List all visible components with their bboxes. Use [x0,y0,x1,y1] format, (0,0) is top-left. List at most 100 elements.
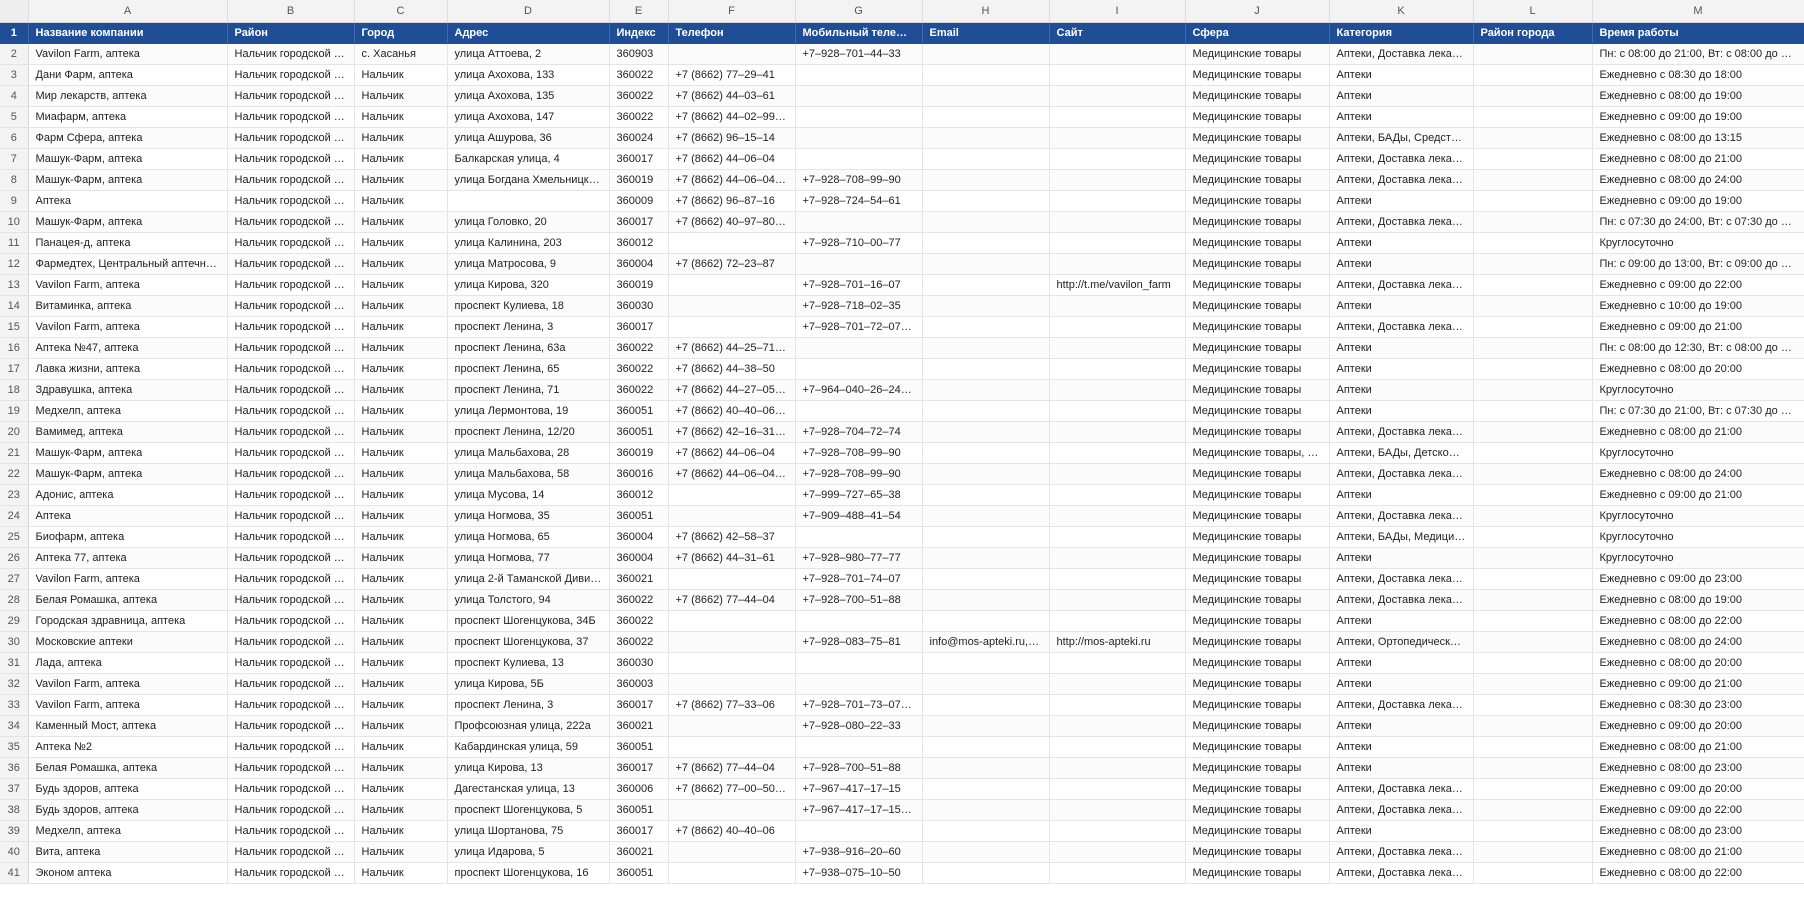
cell-email[interactable] [922,190,1050,212]
column-header-h[interactable]: H [922,0,1050,23]
cell-city-district[interactable] [1473,757,1593,779]
cell-address[interactable]: улица Калинина, 203 [447,232,610,254]
cell-address[interactable]: проспект Ленина, 65 [447,358,610,380]
cell-email[interactable] [922,64,1050,86]
cell-working-hours[interactable]: Ежедневно с 08:00 до 20:00 [1592,358,1804,380]
cell-phone[interactable] [668,631,796,653]
cell-postcode[interactable]: 360019 [609,169,669,191]
cell-category[interactable]: Аптеки [1329,358,1474,380]
cell-city[interactable]: Нальчик [354,169,448,191]
cell-postcode[interactable]: 360017 [609,820,669,842]
row-number[interactable]: 4 [0,85,29,107]
cell-sphere[interactable]: Медицинские товары [1185,190,1330,212]
cell-district[interactable]: Нальчик городской ок... [227,778,355,800]
cell-district[interactable]: Нальчик городской ок... [227,715,355,737]
cell-company-name[interactable]: Vavilon Farm, аптека [28,43,228,65]
cell-city[interactable]: Нальчик [354,610,448,632]
row-number[interactable]: 9 [0,190,29,212]
cell-website[interactable] [1049,841,1186,863]
cell-address[interactable]: улица Аттоева, 2 [447,43,610,65]
cell-website[interactable] [1049,253,1186,275]
cell-phone[interactable] [668,610,796,632]
cell-mobile[interactable] [795,673,923,695]
cell-phone[interactable]: +7 (8662) 77‒29‒41 [668,64,796,86]
cell-email[interactable] [922,358,1050,380]
cell-working-hours[interactable]: Ежедневно с 08:00 до 21:00 [1592,841,1804,863]
cell-company-name[interactable]: Адонис, аптека [28,484,228,506]
cell-district[interactable]: Нальчик городской ок... [227,127,355,149]
cell-working-hours[interactable]: Ежедневно с 09:00 до 22:00 [1592,274,1804,296]
cell-postcode[interactable]: 360003 [609,673,669,695]
cell-city[interactable]: Нальчик [354,673,448,695]
cell-phone[interactable]: +7 (8662) 44‒02‒99, +7... [668,106,796,128]
cell-address[interactable]: улица Кирова, 5Б [447,673,610,695]
header-cell-phone[interactable]: Телефон [668,22,796,44]
cell-company-name[interactable]: Будь здоров, аптека [28,799,228,821]
cell-email[interactable] [922,862,1050,884]
cell-postcode[interactable]: 360022 [609,85,669,107]
cell-mobile[interactable]: +7‒967‒417‒17‒15, +7... [795,799,923,821]
cell-district[interactable]: Нальчик городской ок... [227,610,355,632]
cell-postcode[interactable]: 360022 [609,379,669,401]
cell-working-hours[interactable]: Пн: с 09:00 до 13:00, Вт: с 09:00 до 13:… [1592,253,1804,275]
cell-company-name[interactable]: Фармедтех, Центральный аптечный п... [28,253,228,275]
cell-website[interactable] [1049,43,1186,65]
cell-sphere[interactable]: Медицинские товары [1185,862,1330,884]
cell-phone[interactable] [668,316,796,338]
cell-district[interactable]: Нальчик городской ок... [227,211,355,233]
column-header-d[interactable]: D [447,0,610,23]
cell-company-name[interactable]: Биофарм, аптека [28,526,228,548]
cell-city-district[interactable] [1473,127,1593,149]
cell-phone[interactable] [668,799,796,821]
row-number[interactable]: 34 [0,715,29,737]
cell-category[interactable]: Аптеки, Доставка лекарств [1329,463,1474,485]
cell-city[interactable]: Нальчик [354,211,448,233]
cell-website[interactable] [1049,862,1186,884]
cell-district[interactable]: Нальчик городской ок... [227,274,355,296]
cell-mobile[interactable] [795,736,923,758]
cell-email[interactable] [922,421,1050,443]
column-header-a[interactable]: A [28,0,228,23]
row-number[interactable]: 31 [0,652,29,674]
cell-working-hours[interactable]: Пн: с 07:30 до 24:00, Вт: с 07:30 до 24:… [1592,211,1804,233]
cell-city[interactable]: Нальчик [354,379,448,401]
cell-category[interactable]: Аптеки [1329,379,1474,401]
cell-working-hours[interactable]: Ежедневно с 09:00 до 21:00 [1592,484,1804,506]
cell-email[interactable] [922,799,1050,821]
cell-city[interactable]: Нальчик [354,631,448,653]
cell-website[interactable] [1049,211,1186,233]
cell-city-district[interactable] [1473,232,1593,254]
cell-website[interactable] [1049,148,1186,170]
cell-address[interactable]: проспект Шогенцукова, 37 [447,631,610,653]
cell-postcode[interactable]: 360903 [609,43,669,65]
cell-city[interactable]: Нальчик [354,148,448,170]
cell-sphere[interactable]: Медицинские товары [1185,820,1330,842]
cell-company-name[interactable]: Вамимед, аптека [28,421,228,443]
cell-working-hours[interactable]: Ежедневно с 08:00 до 23:00 [1592,757,1804,779]
cell-email[interactable] [922,694,1050,716]
cell-sphere[interactable]: Медицинские товары [1185,505,1330,527]
cell-email[interactable] [922,841,1050,863]
column-header-f[interactable]: F [668,0,796,23]
cell-city-district[interactable] [1473,694,1593,716]
cell-website[interactable] [1049,379,1186,401]
cell-phone[interactable]: +7 (8662) 44‒03‒61 [668,85,796,107]
row-number[interactable]: 6 [0,127,29,149]
cell-postcode[interactable]: 360022 [609,358,669,380]
cell-mobile[interactable]: +7‒928‒080‒22‒33 [795,715,923,737]
cell-city-district[interactable] [1473,43,1593,65]
cell-city[interactable]: Нальчик [354,715,448,737]
cell-address[interactable]: улица Мальбахова, 58 [447,463,610,485]
cell-postcode[interactable]: 360019 [609,442,669,464]
cell-company-name[interactable]: Аптека [28,190,228,212]
cell-district[interactable]: Нальчик городской ок... [227,358,355,380]
select-all-corner[interactable] [0,0,29,23]
cell-email[interactable] [922,589,1050,611]
cell-website[interactable] [1049,127,1186,149]
cell-website[interactable] [1049,820,1186,842]
cell-postcode[interactable]: 360022 [609,106,669,128]
cell-sphere[interactable]: Медицинские товары [1185,421,1330,443]
header-cell-postcode[interactable]: Индекс [609,22,669,44]
header-cell-sphere[interactable]: Сфера [1185,22,1330,44]
cell-city[interactable]: Нальчик [354,484,448,506]
